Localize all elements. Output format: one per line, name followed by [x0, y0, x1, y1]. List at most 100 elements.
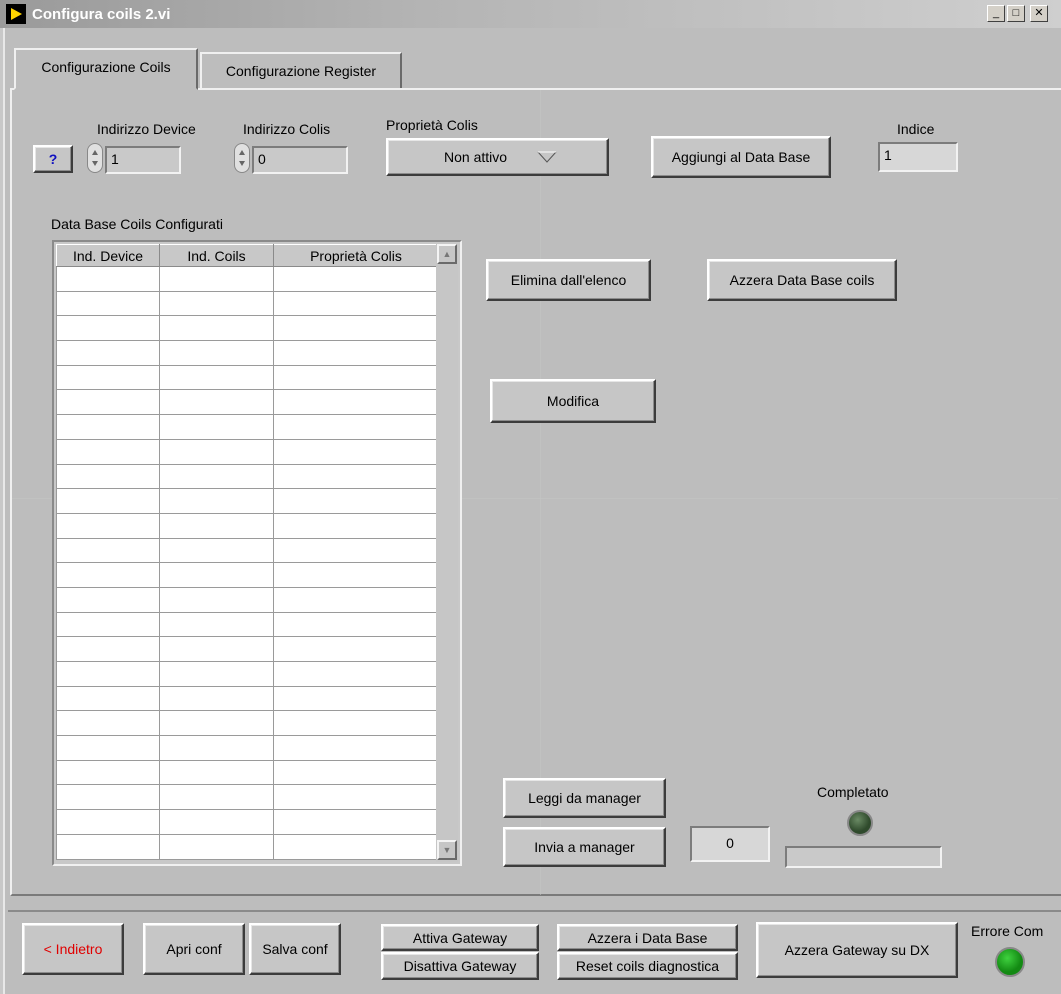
aggiungi-data-base-button[interactable]: Aggiungi al Data Base	[651, 136, 831, 178]
table-cell[interactable]	[159, 266, 274, 292]
table-cell[interactable]	[56, 463, 160, 490]
table-row[interactable]	[56, 364, 439, 391]
table-cell[interactable]	[159, 735, 274, 761]
column-header[interactable]: Ind. Coils	[159, 244, 274, 267]
scroll-up-icon[interactable]: ▲	[437, 244, 457, 264]
table-cell[interactable]	[159, 364, 274, 391]
table-row[interactable]	[56, 340, 439, 366]
table-row[interactable]	[56, 611, 439, 638]
table-row[interactable]	[56, 438, 439, 465]
indirizzo-device-field[interactable]: 1	[105, 146, 181, 174]
table-cell[interactable]	[273, 562, 439, 588]
table-cell[interactable]	[273, 488, 439, 514]
table-cell[interactable]	[56, 562, 160, 588]
azzera-data-base-coils-button[interactable]: Azzera Data Base coils	[707, 259, 897, 301]
database-table[interactable]: Ind. Device Ind. Coils Proprietà Colis ▲…	[52, 240, 462, 866]
table-row[interactable]	[56, 710, 439, 737]
table-cell[interactable]	[273, 438, 439, 465]
table-cell[interactable]	[159, 537, 274, 564]
table-row[interactable]	[56, 512, 439, 539]
table-cell[interactable]	[56, 586, 160, 613]
table-cell[interactable]	[56, 414, 160, 440]
table-cell[interactable]	[159, 636, 274, 662]
indirizzo-device-spinner[interactable]	[87, 143, 103, 173]
table-cell[interactable]	[273, 710, 439, 737]
azzera-gateway-su-dx-button[interactable]: Azzera Gateway su DX	[756, 922, 958, 978]
table-row[interactable]	[56, 809, 439, 835]
table-row[interactable]	[56, 784, 439, 811]
table-cell[interactable]	[56, 735, 160, 761]
table-row[interactable]	[56, 661, 439, 687]
table-cell[interactable]	[159, 315, 274, 342]
table-cell[interactable]	[56, 438, 160, 465]
table-cell[interactable]	[159, 784, 274, 811]
table-cell[interactable]	[273, 414, 439, 440]
table-cell[interactable]	[273, 833, 439, 860]
table-cell[interactable]	[56, 636, 160, 662]
table-cell[interactable]	[273, 809, 439, 835]
table-cell[interactable]	[273, 463, 439, 490]
table-cell[interactable]	[159, 685, 274, 712]
table-cell[interactable]	[56, 759, 160, 786]
table-cell[interactable]	[273, 611, 439, 638]
table-cell[interactable]	[159, 463, 274, 490]
table-cell[interactable]	[159, 290, 274, 317]
table-cell[interactable]	[159, 389, 274, 416]
table-cell[interactable]	[159, 512, 274, 539]
table-cell[interactable]	[56, 809, 160, 835]
table-cell[interactable]	[273, 784, 439, 811]
table-cell[interactable]	[56, 364, 160, 391]
indirizzo-colis-field[interactable]: 0	[252, 146, 348, 174]
table-cell[interactable]	[56, 389, 160, 416]
table-cell[interactable]	[56, 290, 160, 317]
table-cell[interactable]	[56, 611, 160, 638]
minimize-button[interactable]: _	[987, 5, 1005, 22]
table-cell[interactable]	[56, 512, 160, 539]
table-row[interactable]	[56, 735, 439, 761]
table-cell[interactable]	[273, 364, 439, 391]
table-row[interactable]	[56, 537, 439, 564]
apri-conf-button[interactable]: Apri conf	[143, 923, 245, 975]
tab-configurazione-coils[interactable]: Configurazione Coils	[14, 48, 198, 90]
maximize-button[interactable]: □	[1007, 5, 1025, 22]
table-cell[interactable]	[56, 537, 160, 564]
table-cell[interactable]	[273, 759, 439, 786]
reset-coils-diagnostica-button[interactable]: Reset coils diagnostica	[557, 952, 738, 980]
table-cell[interactable]	[273, 735, 439, 761]
table-cell[interactable]	[159, 562, 274, 588]
table-row[interactable]	[56, 290, 439, 317]
table-cell[interactable]	[273, 661, 439, 687]
disattiva-gateway-button[interactable]: Disattiva Gateway	[381, 952, 539, 980]
table-cell[interactable]	[159, 488, 274, 514]
table-row[interactable]	[56, 562, 439, 588]
table-cell[interactable]	[273, 512, 439, 539]
table-cell[interactable]	[273, 266, 439, 292]
column-header[interactable]: Ind. Device	[56, 244, 160, 267]
table-row[interactable]	[56, 414, 439, 440]
table-cell[interactable]	[56, 315, 160, 342]
attiva-gateway-button[interactable]: Attiva Gateway	[381, 924, 539, 951]
table-cell[interactable]	[56, 833, 160, 860]
table-cell[interactable]	[56, 685, 160, 712]
table-row[interactable]	[56, 833, 439, 860]
table-cell[interactable]	[56, 488, 160, 514]
table-cell[interactable]	[273, 636, 439, 662]
column-header[interactable]: Proprietà Colis	[273, 244, 439, 267]
table-cell[interactable]	[273, 315, 439, 342]
table-cell[interactable]	[56, 661, 160, 687]
help-button[interactable]: ?	[33, 145, 73, 173]
table-cell[interactable]	[273, 340, 439, 366]
table-row[interactable]	[56, 266, 439, 292]
table-cell[interactable]	[159, 759, 274, 786]
indirizzo-colis-spinner[interactable]	[234, 143, 250, 173]
table-cell[interactable]	[56, 266, 160, 292]
leggi-da-manager-button[interactable]: Leggi da manager	[503, 778, 666, 818]
salva-conf-button[interactable]: Salva conf	[249, 923, 341, 975]
table-cell[interactable]	[159, 586, 274, 613]
invia-a-manager-button[interactable]: Invia a manager	[503, 827, 666, 867]
table-row[interactable]	[56, 315, 439, 342]
table-cell[interactable]	[159, 414, 274, 440]
table-row[interactable]	[56, 759, 439, 786]
table-cell[interactable]	[273, 290, 439, 317]
table-scrollbar[interactable]: ▲ ▼	[436, 244, 458, 862]
